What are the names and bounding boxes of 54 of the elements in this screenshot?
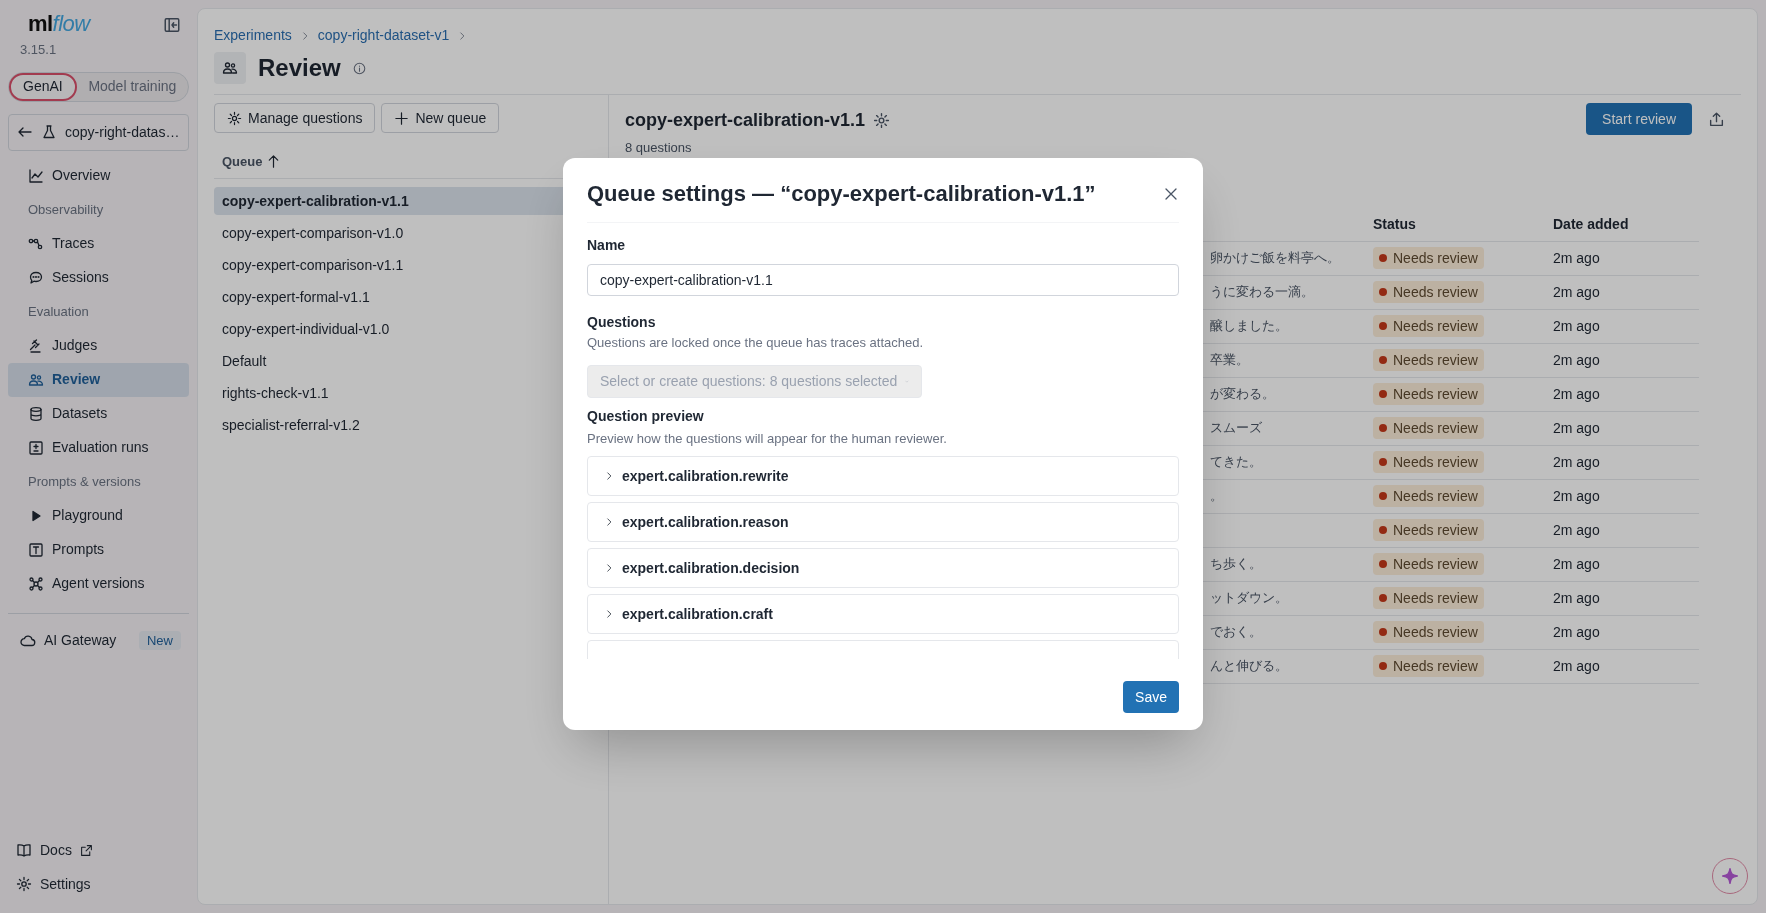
status-badge: Needs review [1373,621,1484,643]
table-cell-text: てきた。 [1210,453,1263,472]
field-label: Questions [587,313,657,332]
table-cell-text: 2m ago [1553,248,1601,268]
table-cell-text: 卵かけご飯を料亭へ。 [1210,249,1341,268]
column-header: Date added [1553,214,1630,234]
status-badge: Needs review [1373,587,1484,609]
table-cell-text: 2m ago [1553,656,1601,676]
table-cell-text: 2m ago [1553,554,1601,574]
status-badge: Needs review [1373,315,1484,337]
status-badge: Needs review [1373,349,1484,371]
status-badge: Needs review [1373,655,1484,677]
table-cell-text: 2m ago [1553,452,1601,472]
table-cell-text: うに変わる一滴。 [1210,283,1315,302]
mlflow-logo: mlflow [28,12,90,36]
status-badge: Needs review [1373,451,1484,473]
field-label: Name [587,236,627,255]
table-cell-text: 2m ago [1553,316,1601,336]
status-badge: Needs review [1373,383,1484,405]
field-hint: Questions are locked once the queue has traces attached. [587,334,925,352]
table-cell-text: 2m ago [1553,350,1601,370]
table-cell-text: 2m ago [1553,282,1601,302]
table-cell-text: 2m ago [1553,486,1601,506]
nav-section-label: Evaluation [27,302,90,321]
table-cell-text: 卒業。 [1210,351,1250,370]
table-cell-text: ち歩く。 [1210,555,1263,574]
status-badge: Needs review [1373,553,1484,575]
new-badge: New [139,630,181,651]
section-label: Question preview [587,406,705,426]
question-count: 8 questions [625,139,693,157]
table-cell-text: ットダウン。 [1210,589,1289,608]
nav-section-label: Observability [27,200,105,219]
table-cell-text: 2m ago [1553,588,1601,608]
table-cell-text: でおく。 [1210,623,1263,642]
queue-title: copy-expert-calibration-v1.1 [625,109,866,132]
table-cell-text: が変わる。 [1210,385,1276,404]
table-cell-text: 2m ago [1553,622,1601,642]
status-badge: Needs review [1373,247,1484,269]
version-label: 3.15.1 [20,41,58,59]
table-cell-text: 醸しました。 [1210,317,1289,336]
status-badge: Needs review [1373,519,1484,541]
nav-section-label: Prompts & versions [27,472,142,491]
status-badge: Needs review [1373,417,1484,439]
page-title: Review [258,53,341,83]
table-cell-text: 2m ago [1553,418,1601,438]
status-badge: Needs review [1373,485,1484,507]
status-badge: Needs review [1373,281,1484,303]
table-cell-text: スムーズ [1210,419,1263,438]
table-cell-text: んと伸びる。 [1210,657,1289,676]
column-header: Status [1373,214,1417,234]
table-cell-text: 。 [1210,487,1224,506]
table-cell-text: 2m ago [1553,384,1601,404]
table-cell-text: 2m ago [1553,520,1601,540]
section-hint: Preview how the questions will appear for the human reviewer. [587,429,948,448]
